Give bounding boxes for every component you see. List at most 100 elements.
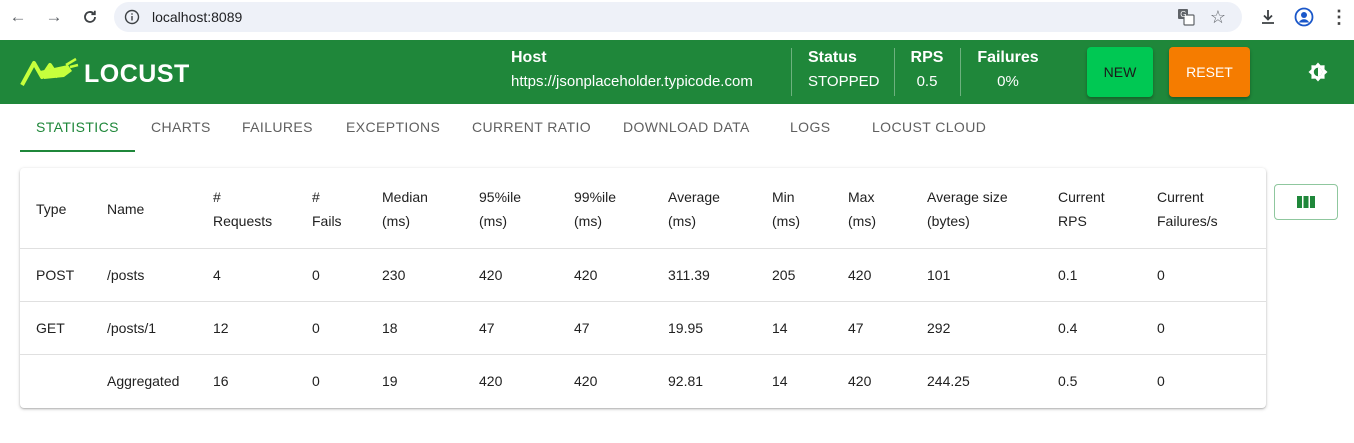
- header-median: Median (ms): [382, 189, 428, 229]
- url-text[interactable]: localhost:8089: [152, 9, 242, 25]
- back-icon[interactable]: ←: [6, 6, 30, 28]
- cell-median: 18: [382, 320, 398, 336]
- cell-average: 19.95: [668, 320, 704, 336]
- reset-button[interactable]: RESET: [1169, 47, 1250, 97]
- site-info-icon[interactable]: [124, 9, 140, 25]
- cell-median: 19: [382, 373, 398, 389]
- tab-charts[interactable]: CHARTS: [151, 119, 211, 135]
- cell-95ile: 47: [479, 320, 495, 336]
- cell-99ile: 420: [574, 373, 598, 389]
- cell-current-failures: 0: [1157, 320, 1165, 336]
- cell-min: 205: [772, 267, 796, 283]
- host-label: Host: [511, 49, 547, 66]
- host-value: https://jsonplaceholder.typicode.com: [511, 73, 753, 90]
- cell-median: 230: [382, 267, 406, 283]
- cell-current-rps: 0.5: [1058, 373, 1078, 389]
- reload-icon[interactable]: [78, 6, 102, 28]
- translate-icon[interactable]: G: [1176, 7, 1196, 27]
- divider: [791, 48, 792, 96]
- divider: [960, 48, 961, 96]
- cell-99ile: 420: [574, 267, 598, 283]
- rps-value: 0.5: [916, 73, 938, 90]
- header-current-failures: Current Failures/s: [1157, 189, 1218, 229]
- status-stat: Status STOPPED: [808, 49, 879, 90]
- menu-kebab-icon[interactable]: ⋮: [1328, 6, 1350, 28]
- cell-average-size: 292: [927, 320, 951, 336]
- cell-average-size: 101: [927, 267, 951, 283]
- app-header: LOCUST Host https://jsonplaceholder.typi…: [0, 40, 1354, 104]
- cell-name: /posts: [107, 267, 145, 283]
- bookmark-star-icon[interactable]: ☆: [1208, 7, 1228, 27]
- new-button[interactable]: NEW: [1087, 47, 1153, 97]
- header-requests: # Requests: [213, 189, 273, 229]
- cell-requests: 16: [213, 373, 229, 389]
- failures-stat: Failures 0%: [976, 49, 1040, 90]
- cell-max: 47: [848, 320, 864, 336]
- cell-current-failures: 0: [1157, 373, 1165, 389]
- failures-value: 0%: [997, 73, 1019, 90]
- brand-name: LOCUST: [84, 60, 190, 88]
- address-bar[interactable]: localhost:8089 G ☆: [114, 2, 1242, 32]
- cell-average: 92.81: [668, 373, 704, 389]
- cell-fails: 0: [312, 373, 320, 389]
- tab-statistics[interactable]: STATISTICS: [36, 119, 119, 135]
- cell-requests: 4: [213, 267, 221, 283]
- cell-95ile: 420: [479, 373, 503, 389]
- locust-logo-icon: [20, 57, 79, 86]
- status-label: Status: [808, 49, 857, 66]
- header-max: Max (ms): [848, 189, 876, 229]
- tab-logs[interactable]: LOGS: [790, 119, 831, 135]
- table-row: POST /posts 4 0 230 420 420 311.39 205 4…: [20, 248, 1266, 301]
- rps-stat: RPS 0.5: [910, 49, 944, 90]
- header-fails: # Fails: [312, 189, 342, 229]
- cell-max: 420: [848, 267, 872, 283]
- table-row: GET /posts/1 12 0 18 47 47 19.95 14 47 2…: [20, 301, 1266, 354]
- tab-locust-cloud[interactable]: LOCUST CLOUD: [872, 119, 986, 135]
- cell-average: 311.39: [668, 267, 710, 283]
- profile-icon[interactable]: [1293, 6, 1315, 28]
- tab-download-data[interactable]: DOWNLOAD DATA: [623, 119, 750, 135]
- cell-requests: 12: [213, 320, 229, 336]
- cell-99ile: 47: [574, 320, 590, 336]
- cell-fails: 0: [312, 320, 320, 336]
- header-name: Name: [107, 201, 145, 217]
- cell-current-rps: 0.1: [1058, 267, 1078, 283]
- tab-current-ratio[interactable]: CURRENT RATIO: [472, 119, 591, 135]
- cell-type: POST: [36, 267, 75, 283]
- cell-current-rps: 0.4: [1058, 320, 1078, 336]
- active-tab-indicator: [20, 150, 135, 152]
- cell-average-size: 244.25: [927, 373, 970, 389]
- cell-fails: 0: [312, 267, 320, 283]
- header-99ile: 99%ile (ms): [574, 189, 617, 229]
- header-type: Type: [36, 201, 67, 217]
- cell-min: 14: [772, 320, 788, 336]
- view-column-icon: [1297, 196, 1315, 208]
- failures-label: Failures: [977, 49, 1039, 66]
- browser-toolbar: ← → localhost:8089 G ☆ ⋮: [0, 0, 1354, 36]
- theme-toggle-icon[interactable]: [1306, 60, 1330, 84]
- tab-exceptions[interactable]: EXCEPTIONS: [346, 119, 440, 135]
- column-selector-button[interactable]: [1274, 184, 1338, 220]
- header-current-rps: Current RPS: [1058, 189, 1105, 229]
- header-average-size: Average size (bytes): [927, 189, 1008, 229]
- table-row-aggregated: Aggregated 16 0 19 420 420 92.81 14 420 …: [20, 354, 1266, 407]
- statistics-table: Type Name # Requests # Fails Median (ms) 95…: [20, 168, 1266, 408]
- cell-current-failures: 0: [1157, 267, 1165, 283]
- header-min: Min (ms): [772, 189, 800, 229]
- svg-text:G: G: [1180, 10, 1186, 19]
- host-stat: Host https://jsonplaceholder.typicode.co…: [511, 49, 753, 90]
- forward-icon[interactable]: →: [42, 6, 66, 28]
- tab-failures[interactable]: FAILURES: [242, 119, 313, 135]
- cell-name: /posts/1: [107, 320, 157, 336]
- divider: [894, 48, 895, 96]
- cell-max: 420: [848, 373, 872, 389]
- rps-label: RPS: [910, 49, 944, 66]
- cell-min: 14: [772, 373, 788, 389]
- status-value: STOPPED: [808, 73, 880, 90]
- cell-95ile: 420: [479, 267, 503, 283]
- cell-name: Aggregated: [107, 373, 180, 389]
- header-average: Average (ms): [668, 189, 720, 229]
- cell-type: GET: [36, 320, 65, 336]
- download-icon[interactable]: [1257, 6, 1279, 28]
- header-95ile: 95%ile (ms): [479, 189, 522, 229]
